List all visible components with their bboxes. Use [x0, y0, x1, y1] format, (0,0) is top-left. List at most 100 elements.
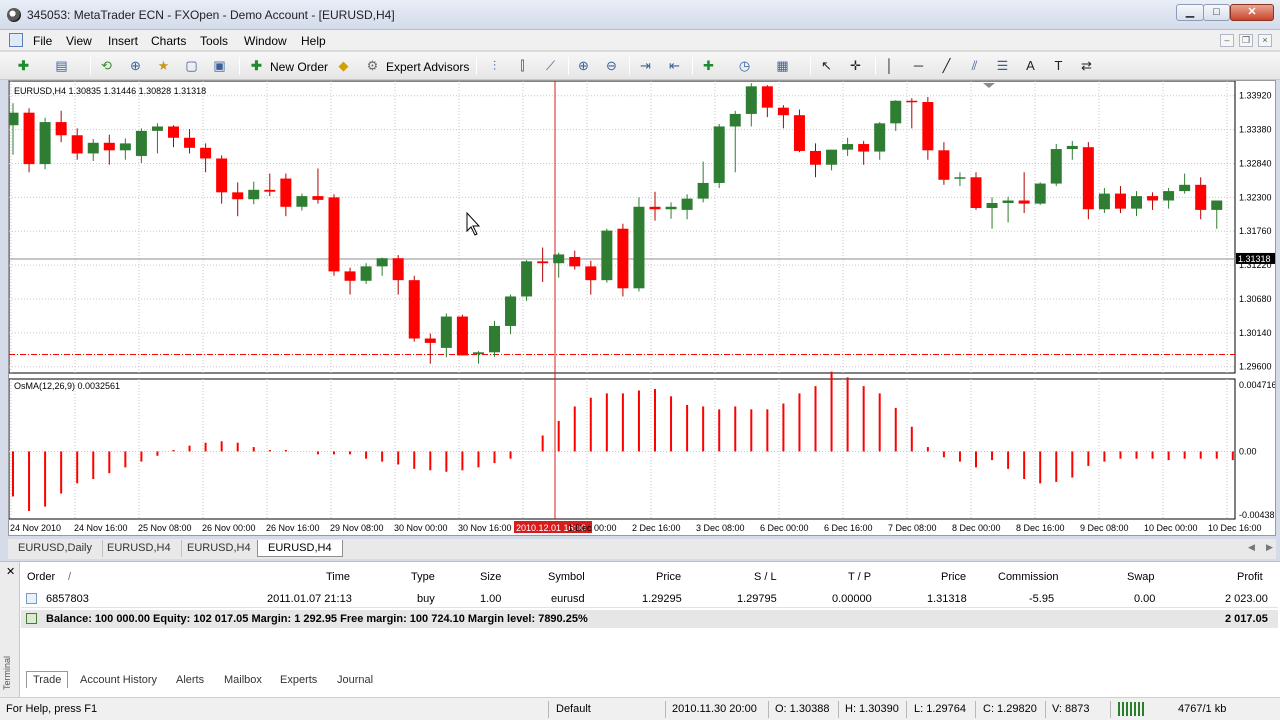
bullish-candle: [472, 352, 484, 355]
maximize-button[interactable]: □: [1203, 4, 1230, 21]
bearish-candle: [938, 150, 950, 180]
menu-view[interactable]: View: [66, 34, 92, 48]
bullish-candle: [1066, 145, 1078, 150]
navigator-icon[interactable]: ★: [155, 58, 172, 74]
new-order-button[interactable]: New Order: [270, 60, 328, 74]
periods-icon[interactable]: ◷: [736, 58, 753, 74]
new-chart-icon[interactable]: ✚: [15, 58, 32, 74]
equidistant-channel-icon[interactable]: ⫽: [966, 58, 983, 74]
bearish-candle: [970, 177, 982, 209]
bearish-candle: [168, 126, 179, 138]
column-swap[interactable]: Swap: [1127, 571, 1155, 583]
price-chart[interactable]: 1.339201.333801.328401.323001.317601.312…: [9, 81, 1275, 535]
menu-charts[interactable]: Charts: [151, 34, 186, 48]
bearish-candle: [456, 316, 468, 356]
menu-window[interactable]: Window: [244, 34, 287, 48]
tab-journal[interactable]: Journal: [337, 674, 373, 686]
column-profit[interactable]: Profit: [1237, 571, 1263, 583]
chart-document-icon[interactable]: [9, 33, 23, 47]
templates-icon[interactable]: ▦: [774, 58, 791, 74]
chart-tab-eurusd-h4[interactable]: EURUSD,H4: [177, 540, 262, 557]
order-icon: [26, 593, 37, 604]
time-axis-label: 8 Dec 00:00: [952, 523, 1001, 533]
toolbar-separator: [476, 57, 477, 75]
line-chart-icon[interactable]: ⟋: [542, 58, 559, 74]
chart-shift-icon[interactable]: ⇥: [637, 58, 654, 74]
data-window-icon[interactable]: ⊕: [127, 58, 144, 74]
tab-trade[interactable]: Trade: [26, 671, 69, 688]
fibonacci-icon[interactable]: ☰: [994, 58, 1011, 74]
bar-chart-icon[interactable]: ⫶: [486, 58, 503, 74]
column-size[interactable]: Size: [480, 571, 501, 583]
order-tp[interactable]: 0.00000: [832, 593, 872, 605]
mdi-restore-button[interactable]: ❐: [1239, 34, 1253, 47]
close-button[interactable]: ✕: [1230, 4, 1274, 21]
arrows-icon[interactable]: ⇄: [1078, 58, 1095, 74]
horizontal-line-icon[interactable]: ─: [910, 58, 927, 74]
metaeditor-icon[interactable]: ◆: [335, 58, 352, 74]
minimize-button[interactable]: ▁: [1176, 4, 1204, 21]
auto-scroll-icon[interactable]: ⇤: [666, 58, 683, 74]
balance-profit: 2 017.05: [1225, 613, 1268, 625]
column-type[interactable]: Type: [411, 571, 435, 583]
menu-insert[interactable]: Insert: [108, 34, 138, 48]
status-separator: [665, 701, 666, 718]
terminal-icon[interactable]: ▢: [183, 58, 200, 74]
column-commission[interactable]: Commission: [998, 571, 1059, 583]
chart-tab-eurusd-daily[interactable]: EURUSD,Daily: [8, 540, 103, 557]
expert-advisors-button[interactable]: Expert Advisors: [386, 60, 469, 74]
tab-scroll-right-icon[interactable]: ▶: [1266, 542, 1273, 553]
candlestick-chart-icon[interactable]: ⫿: [514, 58, 531, 74]
column-tp[interactable]: T / P: [848, 571, 871, 583]
column-order[interactable]: Order: [27, 571, 55, 583]
vertical-line-icon[interactable]: │: [881, 58, 898, 74]
tab-mailbox[interactable]: Mailbox: [224, 674, 262, 686]
menu-tools[interactable]: Tools: [200, 34, 228, 48]
menu-help[interactable]: Help: [301, 34, 326, 48]
column-time[interactable]: Time: [326, 571, 350, 583]
trendline-icon[interactable]: ╱: [938, 58, 955, 74]
mdi-close-button[interactable]: ×: [1258, 34, 1272, 47]
osma-info-label: OsMA(12,26,9) 0.0032561: [14, 381, 120, 391]
text-icon[interactable]: A: [1022, 58, 1039, 74]
column-current-price[interactable]: Price: [941, 571, 966, 583]
bearish-candle: [344, 271, 356, 281]
bullish-candle: [842, 144, 854, 150]
bearish-candle: [392, 258, 404, 281]
tab-alerts[interactable]: Alerts: [176, 674, 204, 686]
column-sl[interactable]: S / L: [754, 571, 777, 583]
terminal-side-bar: ✕ Terminal: [0, 562, 20, 698]
profiles-icon[interactable]: ▤: [53, 58, 70, 74]
bearish-candle: [569, 256, 581, 267]
time-axis-label: 26 Nov 00:00: [202, 523, 256, 533]
bearish-candle: [264, 189, 276, 192]
zoom-in-icon[interactable]: ⊕: [575, 58, 592, 74]
tab-experts[interactable]: Experts: [280, 674, 317, 686]
cursor-icon[interactable]: ↖: [818, 58, 835, 74]
mdi-minimize-button[interactable]: –: [1220, 34, 1234, 47]
market-watch-icon[interactable]: ⟲: [98, 58, 115, 74]
new-order-icon[interactable]: ✚: [248, 58, 265, 74]
bullish-candle: [986, 203, 998, 209]
connection-status-icon[interactable]: [1118, 702, 1144, 716]
chart-tab-eurusd-h4-active[interactable]: EURUSD,H4: [257, 540, 343, 557]
menu-file[interactable]: File: [33, 34, 52, 48]
crosshair-icon[interactable]: ✛: [847, 58, 864, 74]
text-label-icon[interactable]: T: [1050, 58, 1067, 74]
time-axis-label: 29 Nov 08:00: [330, 523, 384, 533]
tab-scroll-left-icon[interactable]: ◀: [1248, 542, 1255, 553]
indicators-icon[interactable]: ✚: [700, 58, 717, 74]
expert-advisors-icon[interactable]: ⚙: [364, 58, 381, 74]
price-axis-label: 1.32840: [1239, 158, 1272, 168]
tab-account-history[interactable]: Account History: [80, 674, 157, 686]
terminal-close-icon[interactable]: ✕: [6, 565, 15, 578]
chart-tabs: EURUSD,Daily EURUSD,H4 EURUSD,H4 EURUSD,…: [8, 539, 1276, 559]
window-title: 345053: MetaTrader ECN - FXOpen - Demo A…: [27, 8, 395, 22]
column-price[interactable]: Price: [656, 571, 681, 583]
chart-window[interactable]: 1.33920 1.33380 1.32840 1.32300 1.31760 1.312…: [8, 80, 1276, 536]
strategy-tester-icon[interactable]: ▣: [211, 58, 228, 74]
column-symbol[interactable]: Symbol: [548, 571, 585, 583]
chart-tab-eurusd-h4[interactable]: EURUSD,H4: [97, 540, 182, 557]
zoom-out-icon[interactable]: ⊖: [603, 58, 620, 74]
order-sl[interactable]: 1.29795: [737, 593, 777, 605]
